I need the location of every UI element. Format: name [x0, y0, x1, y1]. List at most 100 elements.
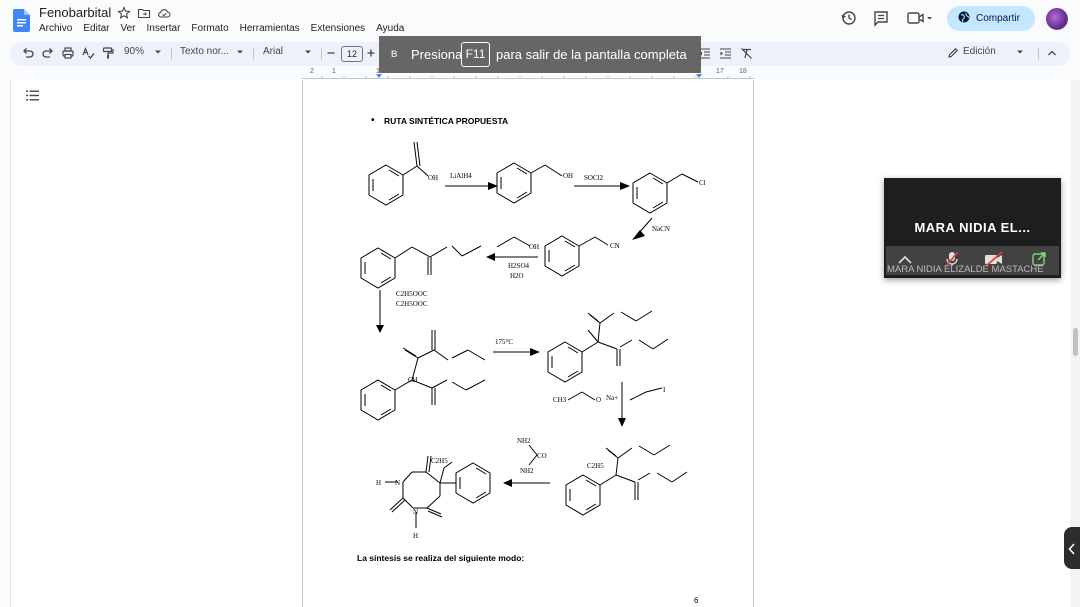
menu-editar[interactable]: Editar: [83, 23, 109, 34]
spellcheck-icon[interactable]: [81, 46, 95, 60]
font-size-input[interactable]: 12: [341, 46, 363, 62]
label-socl2: SOCl2: [584, 174, 604, 182]
menu-extensiones[interactable]: Extensiones: [311, 23, 365, 34]
benzene-ring: [632, 172, 668, 214]
label-n: N: [413, 508, 418, 516]
label-cl: Cl: [699, 179, 706, 187]
label-n: N: [395, 479, 400, 487]
label-ch: CH: [408, 376, 418, 384]
label-ch3: CH3: [553, 396, 567, 404]
label-h2o: H2O: [510, 272, 524, 280]
font-dropdown-icon[interactable]: [304, 48, 312, 56]
style-dropdown-icon[interactable]: [236, 48, 244, 56]
benzene-ring: [368, 164, 404, 206]
label-h: H: [413, 532, 418, 540]
bullet-heading[interactable]: RUTA SINTÉTICA PROPUESTA: [371, 115, 509, 126]
toolbar-divider: [321, 48, 322, 60]
bold-button-partial[interactable]: B: [391, 49, 398, 59]
scrollbar-thumb[interactable]: [1073, 328, 1078, 356]
label-nh2: NH2: [517, 437, 531, 445]
heading-text: RUTA SINTÉTICA PROPUESTA: [384, 116, 509, 126]
editor-background-left: [10, 80, 302, 607]
move-folder-icon[interactable]: [137, 6, 151, 20]
document-outline-icon[interactable]: [26, 90, 39, 101]
banner-prefix: Presiona: [411, 47, 463, 62]
indent-increase-icon[interactable]: [719, 47, 732, 60]
menu-insertar[interactable]: Insertar: [147, 23, 181, 34]
label-nacn: NaCN: [652, 225, 670, 233]
label-nh2: NH2: [520, 467, 534, 475]
share-button[interactable]: Compartir: [947, 6, 1035, 31]
menu-ayuda[interactable]: Ayuda: [376, 23, 404, 34]
toolbar-divider: [171, 48, 172, 60]
menu-archivo[interactable]: Archivo: [39, 23, 72, 34]
label-c2h5ooc: C2H5OOC: [396, 290, 428, 298]
print-icon[interactable]: [61, 46, 75, 60]
toolbar-divider: [1038, 48, 1039, 60]
user-avatar[interactable]: [1046, 8, 1068, 30]
label-oh: OH: [428, 174, 438, 182]
fullscreen-exit-banner: B Presiona F11 para salir de la pantalla…: [379, 36, 701, 73]
comments-icon[interactable]: [872, 9, 890, 29]
label-oh: OH: [529, 243, 539, 251]
docs-logo-icon[interactable]: [13, 9, 30, 32]
label-c2h5ooc: C2H5OOC: [396, 300, 428, 308]
reaction-arrow: [618, 418, 626, 427]
side-panel-toggle[interactable]: [1064, 527, 1080, 569]
increase-font-icon[interactable]: [366, 47, 376, 59]
chevron-left-icon: [1068, 542, 1076, 560]
label-temperature: 175°C: [495, 338, 513, 346]
label-na-plus: Na+: [606, 394, 618, 402]
synthesis-scheme-figure[interactable]: OH LiAlH4 OH SOCl2 Cl NaCN CN OH H2SO4 H…: [340, 130, 730, 545]
ruler-border: [302, 78, 754, 79]
benzene-ring: [360, 379, 396, 421]
benzene-ring: [496, 162, 532, 204]
label-cn: CN: [610, 242, 620, 250]
page-number: 6: [694, 596, 699, 605]
label-h2so4: H2SO4: [508, 262, 530, 270]
benzene-ring: [455, 462, 491, 504]
decrease-font-icon[interactable]: [326, 47, 336, 59]
reaction-arrow: [376, 325, 384, 333]
benzene-ring: [547, 341, 583, 383]
reaction-arrow: [632, 230, 645, 240]
history-icon[interactable]: [840, 9, 858, 29]
star-icon[interactable]: [117, 6, 131, 20]
benzene-ring: [360, 247, 396, 289]
mode-dropdown-icon[interactable]: [1016, 48, 1024, 56]
cloud-status-icon[interactable]: [157, 6, 171, 20]
reaction-arrow: [486, 253, 495, 261]
label-lialh4: LiAlH4: [450, 172, 472, 180]
undo-icon[interactable]: [21, 46, 35, 60]
document-title[interactable]: Fenobarbital: [39, 5, 111, 20]
reaction-arrow: [530, 348, 540, 356]
body-paragraph[interactable]: La síntesis se realiza del siguiente mod…: [357, 553, 524, 563]
paint-format-icon[interactable]: [101, 46, 115, 60]
label-co: CO: [537, 452, 547, 460]
menu-formato[interactable]: Formato: [191, 23, 228, 34]
label-h: H: [376, 479, 381, 487]
label-o-minus: O: [596, 396, 601, 404]
label-iodo: I: [663, 386, 666, 394]
zoom-value[interactable]: 90%: [124, 46, 144, 57]
benzene-ring: [544, 235, 580, 277]
meet-video-icon[interactable]: [906, 9, 934, 29]
participant-name: MARA NIDIA EL...: [914, 220, 1031, 235]
banner-suffix: para salir de la pantalla completa: [496, 47, 687, 62]
label-c2h5: C2H5: [587, 462, 604, 470]
redo-icon[interactable]: [41, 46, 55, 60]
meet-participant-tile[interactable]: MARA NIDIA EL... MARA NIDIA ELIZALDE MAS…: [884, 178, 1061, 278]
participant-full-name: MARA NIDIA ELIZALDE MASTACHE: [887, 264, 1044, 275]
clear-format-icon[interactable]: [740, 47, 753, 60]
editor-background-right: [754, 80, 1070, 607]
font-family-value[interactable]: Arial: [263, 46, 283, 57]
paragraph-style-value[interactable]: Texto nor...: [180, 46, 229, 57]
menu-herramientas[interactable]: Herramientas: [240, 23, 300, 34]
toolbar-divider: [253, 48, 254, 60]
menu-ver[interactable]: Ver: [120, 23, 135, 34]
label-c2h5: C2H5: [431, 457, 448, 465]
editing-mode-value[interactable]: Edición: [963, 46, 996, 57]
zoom-dropdown-icon[interactable]: [154, 48, 162, 56]
collapse-toolbar-icon[interactable]: [1046, 47, 1058, 59]
benzene-ring: [565, 474, 601, 516]
